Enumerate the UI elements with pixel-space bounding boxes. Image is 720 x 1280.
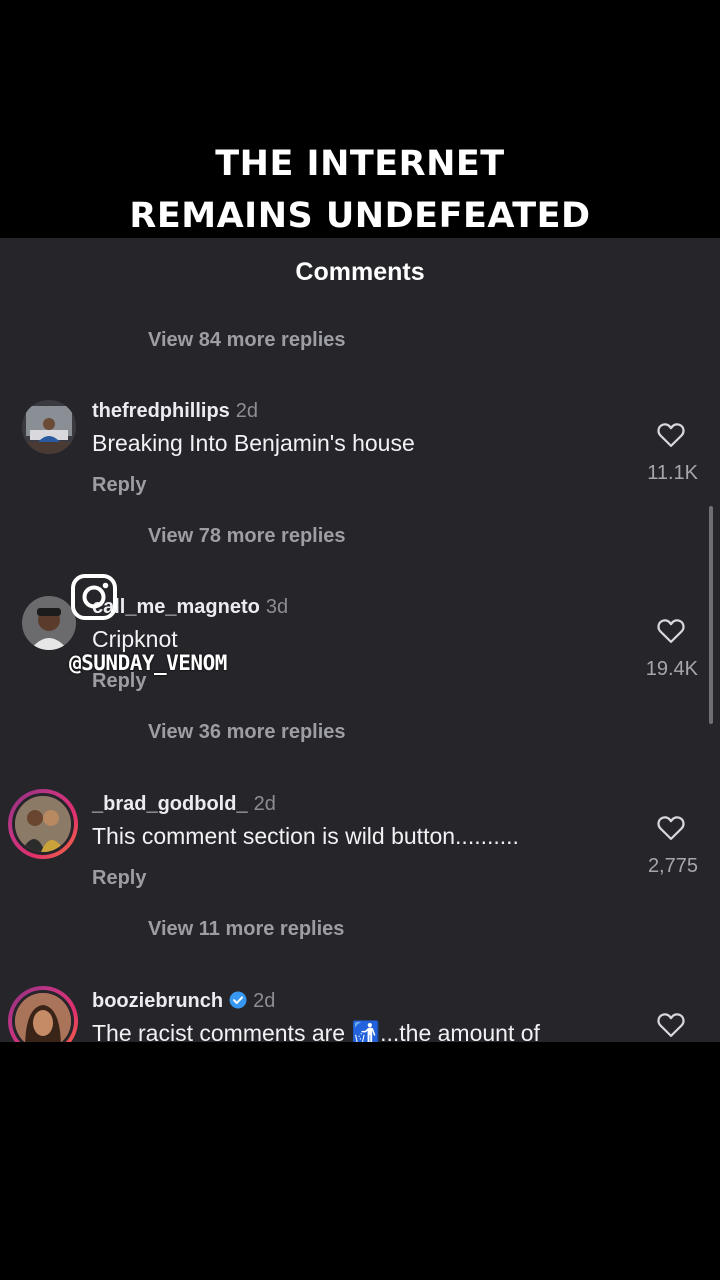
headline-line-2: REMAINS UNDEFEATED — [129, 196, 591, 236]
comment-text: This comment section is wild button.....… — [92, 823, 519, 849]
avatar[interactable] — [22, 596, 76, 650]
comment-text: Cripknot — [92, 626, 178, 652]
view-more-replies-button[interactable]: View 11 more replies — [148, 918, 344, 941]
like-count: 19.4K — [645, 658, 698, 680]
view-more-replies-button[interactable]: View 78 more replies — [148, 525, 346, 548]
comment-time: 2d — [253, 990, 276, 1012]
avatar[interactable] — [8, 986, 78, 1042]
like-count: 11.1K — [647, 462, 698, 484]
heart-icon[interactable] — [656, 813, 686, 841]
scrollbar[interactable] — [709, 506, 713, 724]
comments-title: Comments — [295, 258, 425, 286]
bottom-black-area — [0, 1042, 720, 1280]
watermark-handle: @SUNDAY_VENOM — [69, 651, 227, 675]
comment-username[interactable]: _brad_godbold_ 2d — [92, 793, 276, 816]
like-count: 2,775 — [647, 855, 698, 877]
comments-panel: Comments View 84 more replies thefredphi… — [0, 238, 720, 1042]
comment-time: 2d — [253, 793, 276, 815]
comment-item: booziebrunch 2d The racist comments are 🚮… — [0, 986, 720, 1042]
comment-time: 3d — [265, 596, 289, 618]
reply-button[interactable]: Reply — [92, 867, 146, 890]
comment-username[interactable]: call_me_magneto 3d — [92, 596, 288, 619]
comment-text: Breaking Into Benjamin's house — [92, 430, 415, 456]
comment-username[interactable]: booziebrunch 2d — [92, 990, 275, 1013]
headline-line-1: THE INTERNET — [215, 144, 505, 184]
heart-icon[interactable] — [656, 420, 686, 448]
avatar[interactable] — [8, 789, 78, 859]
comment-username[interactable]: thefredphillips 2d — [92, 400, 258, 423]
verified-badge-icon — [229, 991, 247, 1009]
comment-item: thefredphillips 2d Breaking Into Benjamin… — [0, 400, 720, 516]
avatar[interactable] — [22, 400, 76, 454]
comment-item: _brad_godbold_ 2d This comment section is… — [0, 789, 720, 909]
heart-icon[interactable] — [656, 616, 686, 644]
heart-icon[interactable] — [656, 1010, 686, 1038]
comment-time: 2d — [235, 400, 259, 422]
reply-button[interactable]: Reply — [92, 474, 146, 497]
view-more-replies-button[interactable]: View 84 more replies — [148, 329, 346, 352]
view-more-replies-button[interactable]: View 36 more replies — [148, 721, 346, 744]
comment-text: The racist comments are 🚮...the amount o… — [92, 1020, 540, 1042]
instagram-icon — [71, 574, 117, 620]
